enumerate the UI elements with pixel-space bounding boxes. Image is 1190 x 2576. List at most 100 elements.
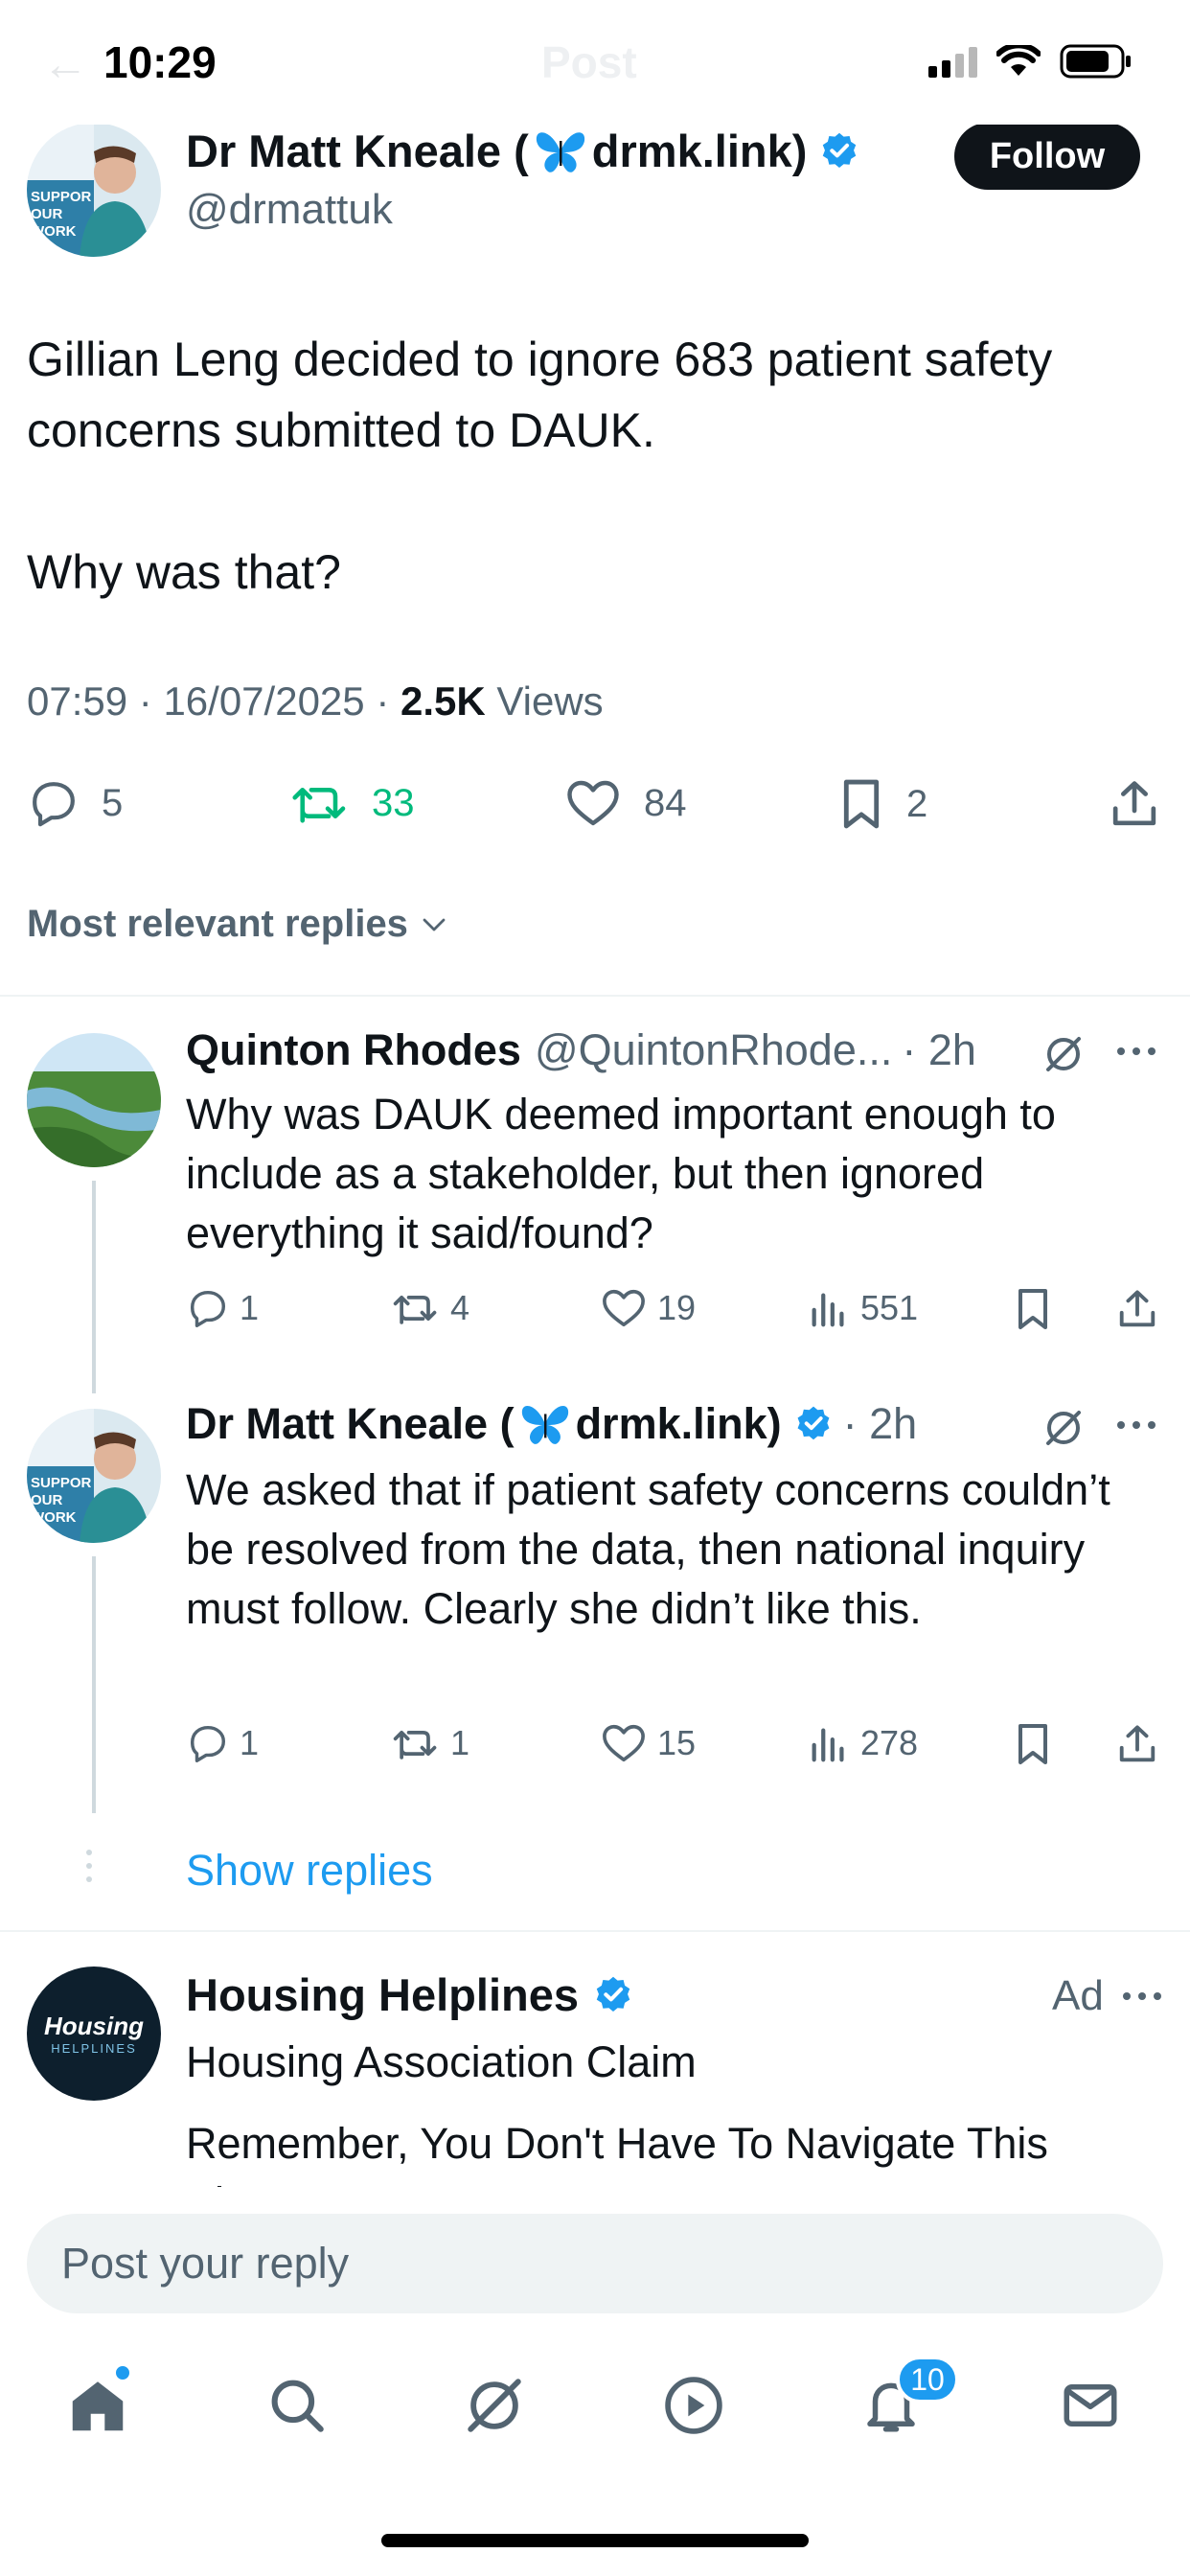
repost-count: 33: [372, 781, 415, 824]
reply-icon: [190, 1725, 226, 1762]
reply-reply-button[interactable]: 1: [186, 1286, 259, 1330]
verified-badge-icon: [596, 1976, 630, 2012]
reply-header[interactable]: Dr Matt Kneale ( drmk.link) · 2h: [186, 1399, 917, 1449]
more-options-icon[interactable]: [1121, 1990, 1163, 2003]
verified-badge-icon: [823, 132, 857, 168]
bookmark-icon[interactable]: [1014, 1721, 1052, 1767]
repost-icon: [393, 1296, 437, 1324]
thread-continuation-dots: [86, 1850, 92, 1882]
advertiser-name-text: Housing Helplines: [186, 1969, 579, 2020]
status-icons: [928, 44, 1133, 79]
reply-views-button[interactable]: 278: [807, 1721, 918, 1765]
post-meta: 07:59 · 16/07/2025 · 2.5K Views: [27, 678, 604, 724]
reply-count: 5: [102, 781, 124, 824]
follow-button[interactable]: Follow: [954, 123, 1140, 190]
wifi-icon: [996, 45, 1041, 76]
bookmark-icon[interactable]: [1014, 1286, 1052, 1332]
reply-view-count: 278: [860, 1723, 919, 1762]
back-arrow-icon[interactable]: ←: [42, 38, 88, 91]
reply-input[interactable]: [27, 2214, 1163, 2313]
more-options-icon[interactable]: [1115, 1045, 1157, 1058]
bookmark-count: 2: [906, 782, 928, 825]
reply-repost-count: 1: [450, 1723, 470, 1762]
share-button[interactable]: [1108, 776, 1161, 832]
author-avatar[interactable]: SUPPOR OUR WORK: [27, 123, 161, 257]
logo-line-2: HELPLINES: [51, 2041, 137, 2056]
post-action-bar: 5 33 84 2: [0, 776, 1190, 834]
views-count[interactable]: 2.5K: [400, 678, 486, 724]
more-options-icon[interactable]: [1115, 1418, 1157, 1432]
tab-search[interactable]: [259, 2367, 335, 2444]
share-icon[interactable]: [1115, 1721, 1159, 1767]
battery-icon: [1060, 44, 1131, 79]
replies-sort-label: Most relevant replies: [27, 903, 408, 945]
svg-text:WORK: WORK: [31, 223, 77, 240]
svg-text:SUPPOR: SUPPOR: [31, 1475, 92, 1491]
tab-grok[interactable]: [456, 2367, 533, 2444]
home-indicator: [381, 2534, 809, 2547]
repost-icon: [393, 1731, 437, 1760]
author-name-suffix: drmk.link): [591, 126, 808, 176]
reply-like-count: 15: [657, 1723, 697, 1762]
notifications-badge: 10: [896, 2356, 959, 2404]
reply-author-handle: @QuintonRhode...: [534, 1025, 893, 1074]
heart-icon: [567, 780, 619, 826]
author-name[interactable]: Dr Matt Kneale ( drmk.link): [186, 125, 860, 177]
advertiser-name[interactable]: Housing Helplines: [186, 1968, 634, 2021]
bookmark-button[interactable]: 2: [837, 776, 927, 832]
grok-icon[interactable]: [1041, 1031, 1087, 1077]
share-icon[interactable]: [1115, 1286, 1159, 1332]
status-bar: ← Post 10:29: [0, 0, 1190, 125]
post-time: 07:59: [27, 678, 128, 724]
grok-icon[interactable]: [1041, 1405, 1087, 1451]
butterfly-icon: [536, 131, 584, 172]
reply-time: · 2h: [842, 1399, 918, 1448]
reply-header[interactable]: Quinton Rhodes @QuintonRhode... · 2h: [186, 1025, 976, 1075]
reply-avatar[interactable]: SUPPOR OUR WORK: [27, 1409, 161, 1543]
svg-text:WORK: WORK: [31, 1509, 77, 1526]
ad-label: Ad: [1052, 1972, 1104, 2019]
reply-time: · 2h: [902, 1025, 976, 1074]
reply-reply-count: 1: [240, 1723, 260, 1762]
analytics-icon: [812, 1293, 844, 1327]
author-handle[interactable]: @drmattuk: [186, 186, 393, 234]
heart-icon: [603, 1289, 645, 1327]
repost-button[interactable]: 33: [289, 776, 415, 830]
advertiser-logo[interactable]: Housing HELPLINES: [27, 1966, 161, 2101]
reply-button[interactable]: 5: [27, 776, 123, 830]
thread-line: [92, 1556, 96, 1813]
divider: [0, 1930, 1190, 1932]
reply-reply-button[interactable]: 1: [186, 1721, 259, 1765]
svg-text:OUR: OUR: [31, 1492, 63, 1508]
reply-repost-count: 4: [450, 1288, 470, 1327]
divider: [0, 995, 1190, 997]
verified-badge-icon: [797, 1406, 830, 1440]
post-date: 16/07/2025: [163, 678, 365, 724]
reply-text: Why was DAUK deemed important enough to …: [186, 1090, 1056, 1257]
ad-headline[interactable]: Housing Association Claim: [186, 2037, 697, 2087]
tab-messages[interactable]: [1052, 2367, 1129, 2444]
replies-sort-dropdown[interactable]: Most relevant replies: [27, 903, 450, 946]
mail-icon: [1064, 2384, 1117, 2426]
post-text: Gillian Leng decided to ignore 683 patie…: [27, 333, 1053, 599]
header-title: Post: [541, 37, 637, 87]
reply-icon: [190, 1290, 226, 1327]
grok-icon: [468, 2379, 521, 2432]
like-count: 84: [644, 781, 687, 824]
logo-line-1: Housing: [44, 2012, 144, 2040]
ad-body-text: Remember, You Don't Have To Navigate Thi…: [186, 2119, 1048, 2187]
reply-views-button[interactable]: 551: [807, 1286, 918, 1330]
views-label: Views: [496, 678, 604, 724]
svg-text:SUPPOR: SUPPOR: [31, 189, 92, 205]
reply-avatar[interactable]: [27, 1033, 161, 1167]
reply-like-button[interactable]: 15: [600, 1721, 696, 1765]
like-button[interactable]: 84: [563, 776, 687, 830]
status-time: 10:29: [103, 37, 217, 87]
tab-video[interactable]: [655, 2367, 732, 2444]
reply-repost-button[interactable]: 1: [391, 1721, 469, 1765]
reply-like-button[interactable]: 19: [600, 1286, 696, 1330]
reply-repost-button[interactable]: 4: [391, 1286, 469, 1330]
reply-text: We asked that if patient safety concerns…: [186, 1465, 1110, 1633]
reply-author-name-suffix: drmk.link): [575, 1399, 782, 1448]
show-replies-link[interactable]: Show replies: [186, 1846, 433, 1896]
